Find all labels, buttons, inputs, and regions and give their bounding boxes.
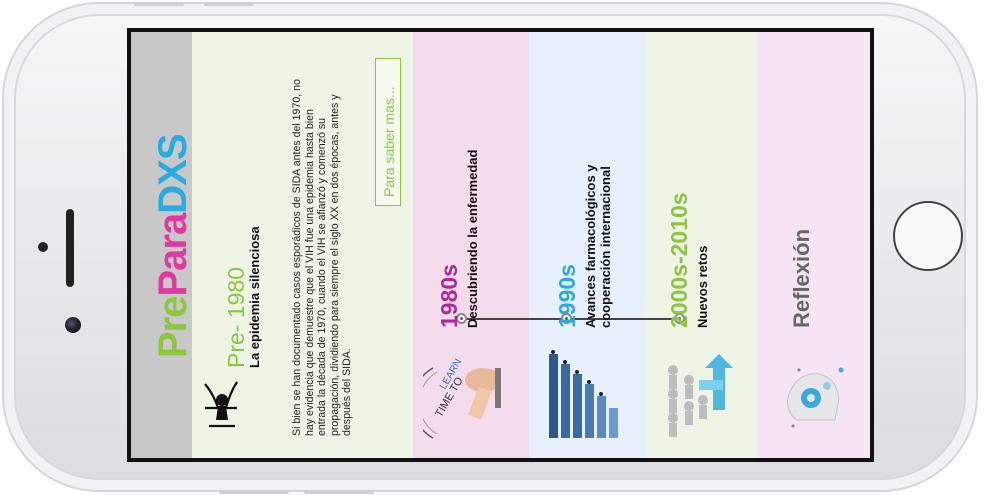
pre-1980-subtitle: La epidemia silenciosa xyxy=(247,226,262,368)
era-1980s-year: 1980s xyxy=(436,264,462,328)
era-1990s-year: 1990s xyxy=(554,264,580,328)
power-button xyxy=(219,490,289,494)
logo-part-pre: Pre xyxy=(151,296,195,359)
reflection-title: Reflexión xyxy=(789,228,814,328)
proximity-sensor xyxy=(38,242,48,252)
team-arrow-image xyxy=(668,354,733,437)
front-camera xyxy=(65,317,81,333)
pre-1980-description: Si bien se han documentado casos esporád… xyxy=(291,79,354,436)
app-content: PreParaDXS Pre- 1980 La epidemia silenci… xyxy=(131,32,870,458)
era-2000s-year: 2000s-2010s xyxy=(666,192,692,328)
growth-chart-image xyxy=(549,350,618,438)
era-1980s-title: Descubriendo la enfermedad xyxy=(465,149,480,328)
more-info-button[interactable]: Para saber mas... xyxy=(375,58,401,206)
logo-part-para: Para xyxy=(151,213,195,297)
time-to-learn-image: TIME TO LEARN xyxy=(423,357,501,439)
phone-frame: PreParaDXS Pre- 1980 La epidemia silenci… xyxy=(4,2,976,494)
pre-1980-year: Pre- 1980 xyxy=(223,266,249,368)
era-2000s-title: Nuevos retos xyxy=(695,245,710,328)
brain-gear-image xyxy=(787,367,844,428)
figure-icon xyxy=(204,381,238,428)
app-logo: PreParaDXS xyxy=(151,135,196,359)
era-1990s-title-line1: Avances farmacológicos y xyxy=(583,164,598,328)
volume-button xyxy=(204,2,254,6)
speaker-slot xyxy=(66,209,74,287)
phone-screen: PreParaDXS Pre- 1980 La epidemia silenci… xyxy=(127,28,874,462)
more-info-label: Para saber mas... xyxy=(381,86,397,198)
side-button xyxy=(304,490,374,494)
home-button[interactable] xyxy=(893,201,963,271)
volume-button xyxy=(134,2,184,6)
logo-part-dxs: DXS xyxy=(151,134,195,214)
era-1990s-title-line2: cooperación internacional xyxy=(598,166,613,328)
